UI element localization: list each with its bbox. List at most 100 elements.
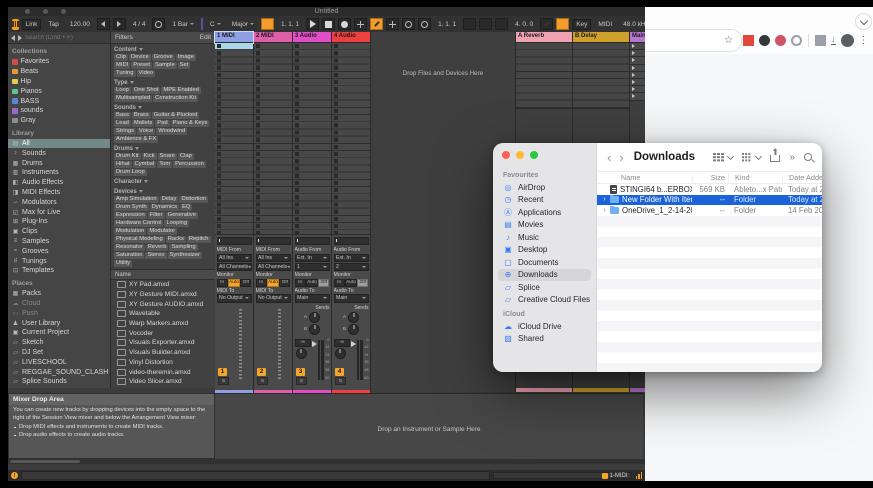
loop-button[interactable] bbox=[479, 18, 493, 30]
column-header-kind[interactable]: Kind bbox=[728, 173, 782, 182]
track-header[interactable]: 4 Audio bbox=[332, 32, 370, 43]
return-track-header[interactable]: A Reverb bbox=[516, 32, 572, 43]
filter-group-header[interactable]: Character bbox=[114, 178, 212, 186]
scale-name-menu[interactable]: Major bbox=[228, 19, 258, 30]
library-item[interactable]: ◧ Audio Effects bbox=[8, 178, 110, 188]
filter-tag[interactable]: Device bbox=[129, 53, 151, 61]
sidebar-item[interactable]: ◎ AirDrop bbox=[498, 181, 591, 194]
track-stop-button[interactable] bbox=[294, 237, 330, 245]
filter-tag[interactable]: Woodwind bbox=[156, 127, 188, 135]
draw-mode-button[interactable] bbox=[540, 18, 554, 30]
monitor-button[interactable]: Off bbox=[318, 278, 330, 287]
overdub-button[interactable] bbox=[354, 18, 368, 30]
back-icon[interactable] bbox=[11, 34, 15, 41]
scene-slot[interactable]: 3 bbox=[630, 57, 645, 65]
filter-tag[interactable]: Resonator bbox=[114, 243, 145, 251]
filter-tag[interactable]: Construction Kit bbox=[153, 94, 199, 102]
input-type-chooser[interactable]: All Ins bbox=[255, 253, 291, 262]
column-header-name[interactable]: Name bbox=[597, 173, 692, 182]
places-item[interactable]: ▱ DJ Set bbox=[8, 348, 110, 358]
filter-tag[interactable]: Drum Loop bbox=[114, 168, 147, 176]
volume-fader-handle[interactable] bbox=[350, 340, 356, 347]
filter-tag[interactable]: Reverb bbox=[145, 243, 169, 251]
filter-tag[interactable]: Bass bbox=[114, 111, 131, 119]
collection-item[interactable]: sounds bbox=[8, 106, 110, 116]
filter-group-header[interactable]: Type bbox=[114, 79, 212, 87]
sidebar-item[interactable]: ▱ Creative Cloud Files david... bbox=[498, 294, 591, 307]
share-icon[interactable] bbox=[770, 155, 781, 162]
volume-fader-track[interactable] bbox=[317, 339, 320, 380]
play-button[interactable] bbox=[306, 18, 320, 30]
dark-extension-icon[interactable] bbox=[759, 34, 770, 46]
filter-tag[interactable]: Hardware Control bbox=[114, 219, 164, 227]
stop-button[interactable] bbox=[322, 18, 336, 30]
device-list-item[interactable]: Vinyl Distortion bbox=[111, 358, 215, 368]
monitor-button[interactable]: Off bbox=[357, 278, 369, 287]
filter-tag[interactable]: MIDI bbox=[114, 61, 131, 69]
device-list-header[interactable]: Name bbox=[111, 269, 215, 280]
downloads-icon[interactable]: ↓ bbox=[831, 35, 836, 45]
scene-play-icon[interactable] bbox=[632, 58, 635, 63]
filter-tag[interactable]: Image bbox=[175, 53, 196, 61]
library-item[interactable]: ◱ Max for Live bbox=[8, 207, 110, 217]
scene-slot[interactable]: 7 bbox=[630, 86, 645, 94]
filter-tag[interactable]: Mallets bbox=[131, 119, 155, 127]
scene-play-icon[interactable] bbox=[632, 80, 635, 85]
filter-tag[interactable]: Drum Synth bbox=[114, 203, 149, 211]
filter-tag[interactable]: Piano & Keys bbox=[170, 119, 210, 127]
places-item[interactable]: ▱ Sketch bbox=[8, 338, 110, 348]
search-icon[interactable] bbox=[804, 153, 812, 161]
filter-tag[interactable]: Lead bbox=[114, 119, 131, 127]
scene-play-icon[interactable] bbox=[632, 65, 635, 70]
scene-slot[interactable]: 2 bbox=[630, 50, 645, 58]
filter-tag[interactable]: Racks bbox=[165, 235, 186, 243]
column-header-date-added[interactable]: Date Added bbox=[782, 173, 822, 182]
filter-tag[interactable]: Pad bbox=[155, 119, 170, 127]
filter-group-header[interactable]: Drums bbox=[114, 145, 212, 153]
clip-stop-buttons[interactable] bbox=[256, 44, 260, 234]
automation-arm-button[interactable] bbox=[370, 18, 384, 30]
chrome-address-bar[interactable]: ☆ bbox=[645, 29, 742, 52]
filter-tag[interactable]: Clip bbox=[114, 53, 128, 61]
clip-slot-grid[interactable] bbox=[332, 43, 370, 234]
input-channel-chooser[interactable]: 2 bbox=[333, 262, 369, 271]
device-list-item[interactable]: Warp Markers.amxd bbox=[111, 319, 215, 329]
gray-extension-icon[interactable] bbox=[815, 34, 826, 46]
places-item[interactable]: ⊞ Add Folder... bbox=[8, 387, 110, 388]
collection-item[interactable]: BASS bbox=[8, 96, 110, 106]
clip-slot-grid[interactable] bbox=[293, 43, 331, 234]
clip-stop-buttons[interactable] bbox=[295, 44, 299, 234]
time-signature-field[interactable]: 4 / 4 bbox=[129, 19, 150, 30]
filter-tag[interactable]: Brass bbox=[131, 111, 151, 119]
send-knob[interactable] bbox=[348, 311, 360, 323]
filter-tag[interactable]: Distortion bbox=[179, 195, 208, 203]
monitor-button[interactable]: In bbox=[294, 278, 306, 287]
computer-midi-keyboard-button[interactable] bbox=[556, 18, 570, 30]
solo-button[interactable]: S bbox=[218, 377, 229, 385]
filter-tag[interactable]: Cymbal bbox=[132, 160, 157, 168]
clip-stop-buttons[interactable] bbox=[334, 44, 338, 234]
filter-tag[interactable]: Groove bbox=[151, 53, 175, 61]
device-list-item[interactable]: XY Pad.amxd bbox=[111, 280, 215, 290]
sidebar-item[interactable]: ▣ Desktop bbox=[498, 244, 591, 257]
return-track-header[interactable]: B Delay bbox=[573, 32, 629, 43]
punch-out-button[interactable] bbox=[495, 18, 509, 30]
push-status-icon[interactable] bbox=[12, 18, 19, 30]
library-item[interactable]: ⊞ Plug-Ins bbox=[8, 217, 110, 227]
track-activator-button[interactable]: 3 bbox=[296, 368, 305, 376]
filter-tag[interactable]: Stereo bbox=[145, 251, 167, 259]
monitor-button[interactable]: In bbox=[333, 278, 345, 287]
send-knob[interactable] bbox=[309, 311, 321, 323]
filter-tag[interactable]: Amp Simulation bbox=[114, 195, 159, 203]
chevron-down-icon[interactable] bbox=[755, 152, 763, 160]
monitor-button[interactable]: Auto bbox=[345, 278, 357, 287]
filter-group-header[interactable]: Sounds bbox=[114, 104, 212, 112]
output-chooser[interactable]: Main bbox=[294, 294, 330, 303]
tempo-field[interactable]: 120.00 bbox=[66, 19, 94, 30]
filter-tag[interactable]: Utility bbox=[114, 259, 133, 267]
device-view[interactable]: Drop an Instrument or Sample Here bbox=[215, 393, 643, 460]
file-row[interactable]: › OneDrive_1_2-14-2024 -- Folder 14 Feb … bbox=[597, 205, 822, 216]
follow-button[interactable] bbox=[260, 18, 274, 30]
filter-tag[interactable]: Sample bbox=[153, 61, 177, 69]
filter-tag[interactable]: Dynamics bbox=[149, 203, 180, 211]
